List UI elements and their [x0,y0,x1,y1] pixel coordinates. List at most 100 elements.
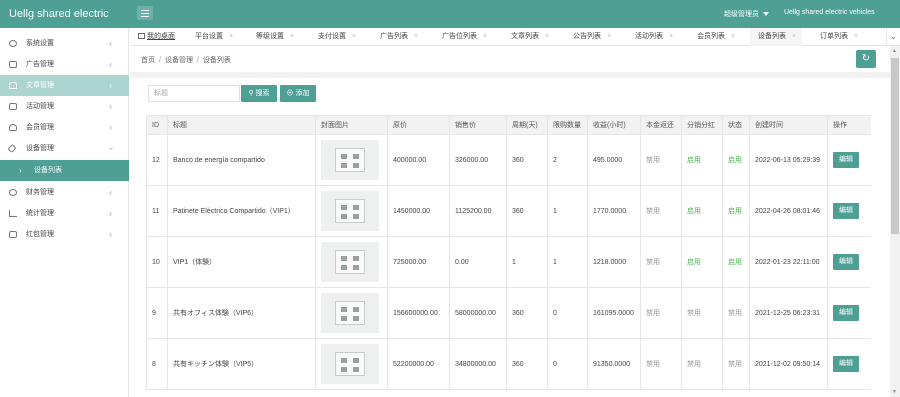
close-icon[interactable]: × [731,33,735,40]
hamburger-icon [141,10,149,11]
edit-button[interactable]: 编辑 [833,152,859,168]
tab-payment[interactable]: 支付设置 × [318,28,356,46]
tab-platform[interactable]: 平台设置 × [195,28,233,46]
cell-created: 2022-04-26 08:01:46 [749,185,828,237]
cell-actions: 编辑 [827,338,871,390]
close-icon[interactable]: × [792,33,796,40]
chevron-left-icon: ‹ [109,209,112,218]
cell-distribution: 启用 [681,236,723,288]
sidebar-item-members[interactable]: 会员管理 ‹ [0,117,129,138]
close-icon[interactable]: × [607,33,611,40]
col-header-id: ID [146,115,168,135]
search-button[interactable]: ⚲ 搜索 [241,85,277,102]
chevron-right-icon: › [19,166,22,175]
breadcrumb-devices[interactable]: 设备管理 [165,57,193,64]
tab-device-list[interactable]: 设备列表 × [750,28,803,46]
dollar-icon [9,189,17,196]
close-icon[interactable]: × [352,33,356,40]
cell-title: VIP1（体験） [167,236,316,288]
device-thumbnail-image [321,344,379,384]
tab-level[interactable]: 等级设置 × [256,28,294,46]
tab-article-list[interactable]: 文章列表 × [511,28,549,46]
cell-title: Patinete Eléctrico Compartido（VIP1） [167,185,316,237]
top-header: Uellg shared electric 超级管理员 Uellg shared… [0,0,900,28]
add-button[interactable]: ⊕ 添加 [280,85,316,102]
search-input[interactable] [148,85,240,102]
cell-title: Banco de energía compartido [167,134,316,186]
sidebar-item-stats[interactable]: 统计管理 ‹ [0,203,129,224]
edit-button[interactable]: 编辑 [833,305,859,321]
cell-profit: 1218.0000 [587,236,641,288]
tab-label: 订单列表 [820,33,848,40]
sidebar-item-articles[interactable]: 文章管理 ‹ [0,75,129,96]
cell-created: 2021-12-02 09:50:14 [749,338,828,390]
close-icon[interactable]: × [669,33,673,40]
cell-original-price: 725000.00 [387,236,450,288]
table-row: 9 共有オフィス体験（VIP6） 156600000.00 58000000.0… [146,287,871,339]
menu-toggle-button[interactable] [137,6,153,20]
cell-cover [315,338,388,390]
col-header-title: 标题 [167,115,316,135]
sidebar-item-system[interactable]: 系统设置 ‹ [0,33,129,54]
tab-notice-list[interactable]: 公告列表 × [573,28,611,46]
plus-icon: ⊕ [286,90,294,97]
admin-dropdown[interactable]: 超级管理员 [724,9,769,19]
sidebar-item-finance[interactable]: 财务管理 ‹ [0,182,129,203]
table-row: 10 VIP1（体験） 725000.00 0.00 1 1 1218.0000… [146,236,871,288]
tab-ad-position[interactable]: 广告位列表 × [442,28,487,46]
edit-button[interactable]: 编辑 [833,356,859,372]
sidebar-item-redpacket[interactable]: 红包管理 ‹ [0,224,129,245]
col-header-original-price: 原价 [387,115,450,135]
site-name[interactable]: Uellg shared electric vehicles [784,9,875,16]
edit-button[interactable]: 编辑 [833,254,859,270]
refresh-button[interactable]: ↻ [856,50,876,68]
cell-distribution: 禁用 [681,338,723,390]
cell-limit: 2 [547,134,588,186]
scroll-down-icon[interactable]: ▼ [892,389,897,395]
tab-ad-list[interactable]: 广告列表 × [380,28,418,46]
cell-refund: 禁用 [640,287,682,339]
cell-cover [315,287,388,339]
close-icon[interactable]: × [545,33,549,40]
scroll-up-icon[interactable]: ▲ [892,48,897,54]
cell-original-price: 52200000.00 [387,338,450,390]
sidebar-item-devices[interactable]: 设备管理 ‹ [0,138,129,159]
close-icon[interactable]: × [229,33,233,40]
cell-period: 360 [506,338,548,390]
cell-refund: 禁用 [640,185,682,237]
edit-button[interactable]: 编辑 [833,203,859,219]
cell-sale-price: 34800000.00 [449,338,507,390]
close-icon[interactable]: × [290,33,294,40]
cell-period: 360 [506,287,548,339]
tab-label: 我的桌面 [147,33,175,40]
scrollbar-thumb[interactable] [891,58,899,234]
home-icon [138,33,145,39]
cell-limit: 0 [547,338,588,390]
sidebar-subitem-device-list[interactable]: › 设备列表 [0,160,129,181]
chevron-left-icon: ‹ [109,230,112,239]
cell-original-price: 400000.00 [387,134,450,186]
close-icon[interactable]: × [414,33,418,40]
cell-status: 禁用 [722,338,750,390]
close-icon[interactable]: × [854,33,858,40]
close-icon[interactable]: × [483,33,487,40]
sidebar-item-label: 统计管理 [26,210,54,217]
brand-title[interactable]: Uellg shared electric [0,0,130,28]
cell-id: 12 [146,134,168,186]
sidebar-item-ads[interactable]: 广告管理 ‹ [0,54,129,75]
tab-label: 会员列表 [697,33,725,40]
tabs-more-button[interactable]: ⌄ [886,28,900,46]
tab-activity-list[interactable]: 活动列表 × [635,28,673,46]
tab-desktop[interactable]: 我的桌面 [138,28,175,46]
calendar-icon [9,103,17,110]
col-header-sale-price: 销售价 [449,115,507,135]
breadcrumb-home[interactable]: 首页 [141,57,155,64]
tab-order-list[interactable]: 订单列表 × [820,28,858,46]
sidebar-item-activities[interactable]: 活动管理 ‹ [0,96,129,117]
cell-status: 启用 [722,236,750,288]
caret-down-icon [763,12,769,17]
cell-sale-price: 1125200.00 [449,185,507,237]
cell-status: 启用 [722,134,750,186]
tab-member-list[interactable]: 会员列表 × [697,28,735,46]
cell-title: 共有オフィス体験（VIP6） [167,287,316,339]
